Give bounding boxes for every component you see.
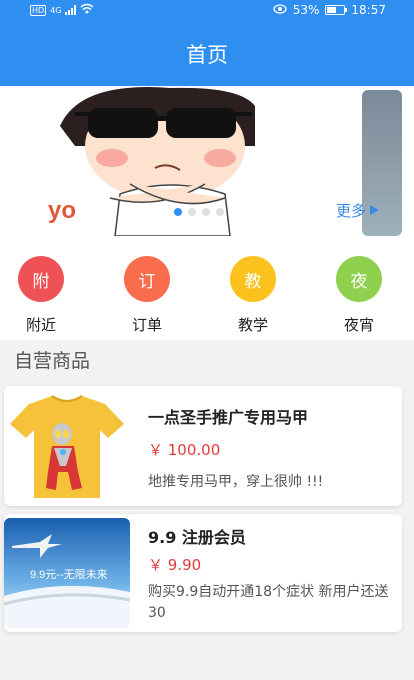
network-type: 4G [50, 5, 62, 15]
orders-icon: 订 [124, 256, 170, 302]
clock: 18:57 [351, 3, 386, 17]
carousel-dot[interactable] [174, 208, 182, 216]
product-image [4, 390, 130, 500]
carousel-dot[interactable] [216, 208, 224, 216]
quick-menu: 附 附近 订 订单 教 教学 夜 夜宵 [0, 236, 414, 340]
quick-item-label: 订单 [131, 316, 162, 334]
product-title: 一点圣手推广专用马甲 [148, 408, 309, 427]
status-right: 53% 18:57 [273, 3, 386, 17]
carousel-dot[interactable] [202, 208, 210, 216]
product-image: 9.9元--无限未来 [4, 518, 130, 628]
page-title: 首页 [186, 43, 228, 67]
product-price: ￥ 9.90 [148, 556, 202, 574]
product-title: 9.9 注册会员 [148, 528, 246, 547]
teaching-icon: 教 [230, 256, 276, 302]
product-description: 购买9.9自动开通18个症状 新用户还送30 [148, 584, 389, 621]
battery-percent: 53% [292, 3, 320, 17]
eye-icon [273, 3, 287, 17]
quick-item-nearby[interactable]: 附 附近 [11, 256, 71, 335]
product-image-text: 9.9元--无限未来 [30, 568, 108, 581]
product-price: ￥ 100.00 [148, 441, 221, 459]
product-description: 地推专用马甲，穿上很帅 !!! [148, 474, 324, 490]
carousel-dots [174, 208, 224, 216]
carousel-dot[interactable] [188, 208, 196, 216]
wifi-icon [80, 3, 94, 17]
quick-item-label: 附近 [25, 316, 56, 334]
more-link[interactable]: 更多 [336, 200, 380, 221]
arrow-right-icon [368, 202, 380, 220]
section-title: 自营商品 [14, 350, 91, 372]
hd-badge: HD [30, 4, 47, 16]
status-left: HD 4G [30, 3, 94, 17]
quick-item-label: 夜宵 [343, 316, 374, 334]
nearby-icon: 附 [18, 256, 64, 302]
quick-item-teaching[interactable]: 教 教学 [223, 256, 283, 335]
late-snack-icon: 夜 [336, 256, 382, 302]
quick-item-late-snack[interactable]: 夜 夜宵 [329, 256, 389, 335]
quick-item-orders[interactable]: 订 订单 [117, 256, 177, 335]
product-card[interactable]: 9.9元--无限未来 9.9 注册会员 ￥ 9.90 购买9.9自动开通18个症… [4, 514, 402, 632]
battery-icon [325, 5, 348, 15]
svg-text:yo: yo [48, 197, 76, 224]
app-bar: 首页 [0, 22, 414, 86]
signal-icon [65, 5, 77, 15]
more-label: 更多 [336, 202, 367, 220]
status-bar: HD 4G 53% 18:57 [0, 0, 414, 22]
product-card[interactable]: 一点圣手推广专用马甲 ￥ 100.00 地推专用马甲，穿上很帅 !!! [4, 386, 402, 506]
quick-item-label: 教学 [237, 316, 268, 334]
